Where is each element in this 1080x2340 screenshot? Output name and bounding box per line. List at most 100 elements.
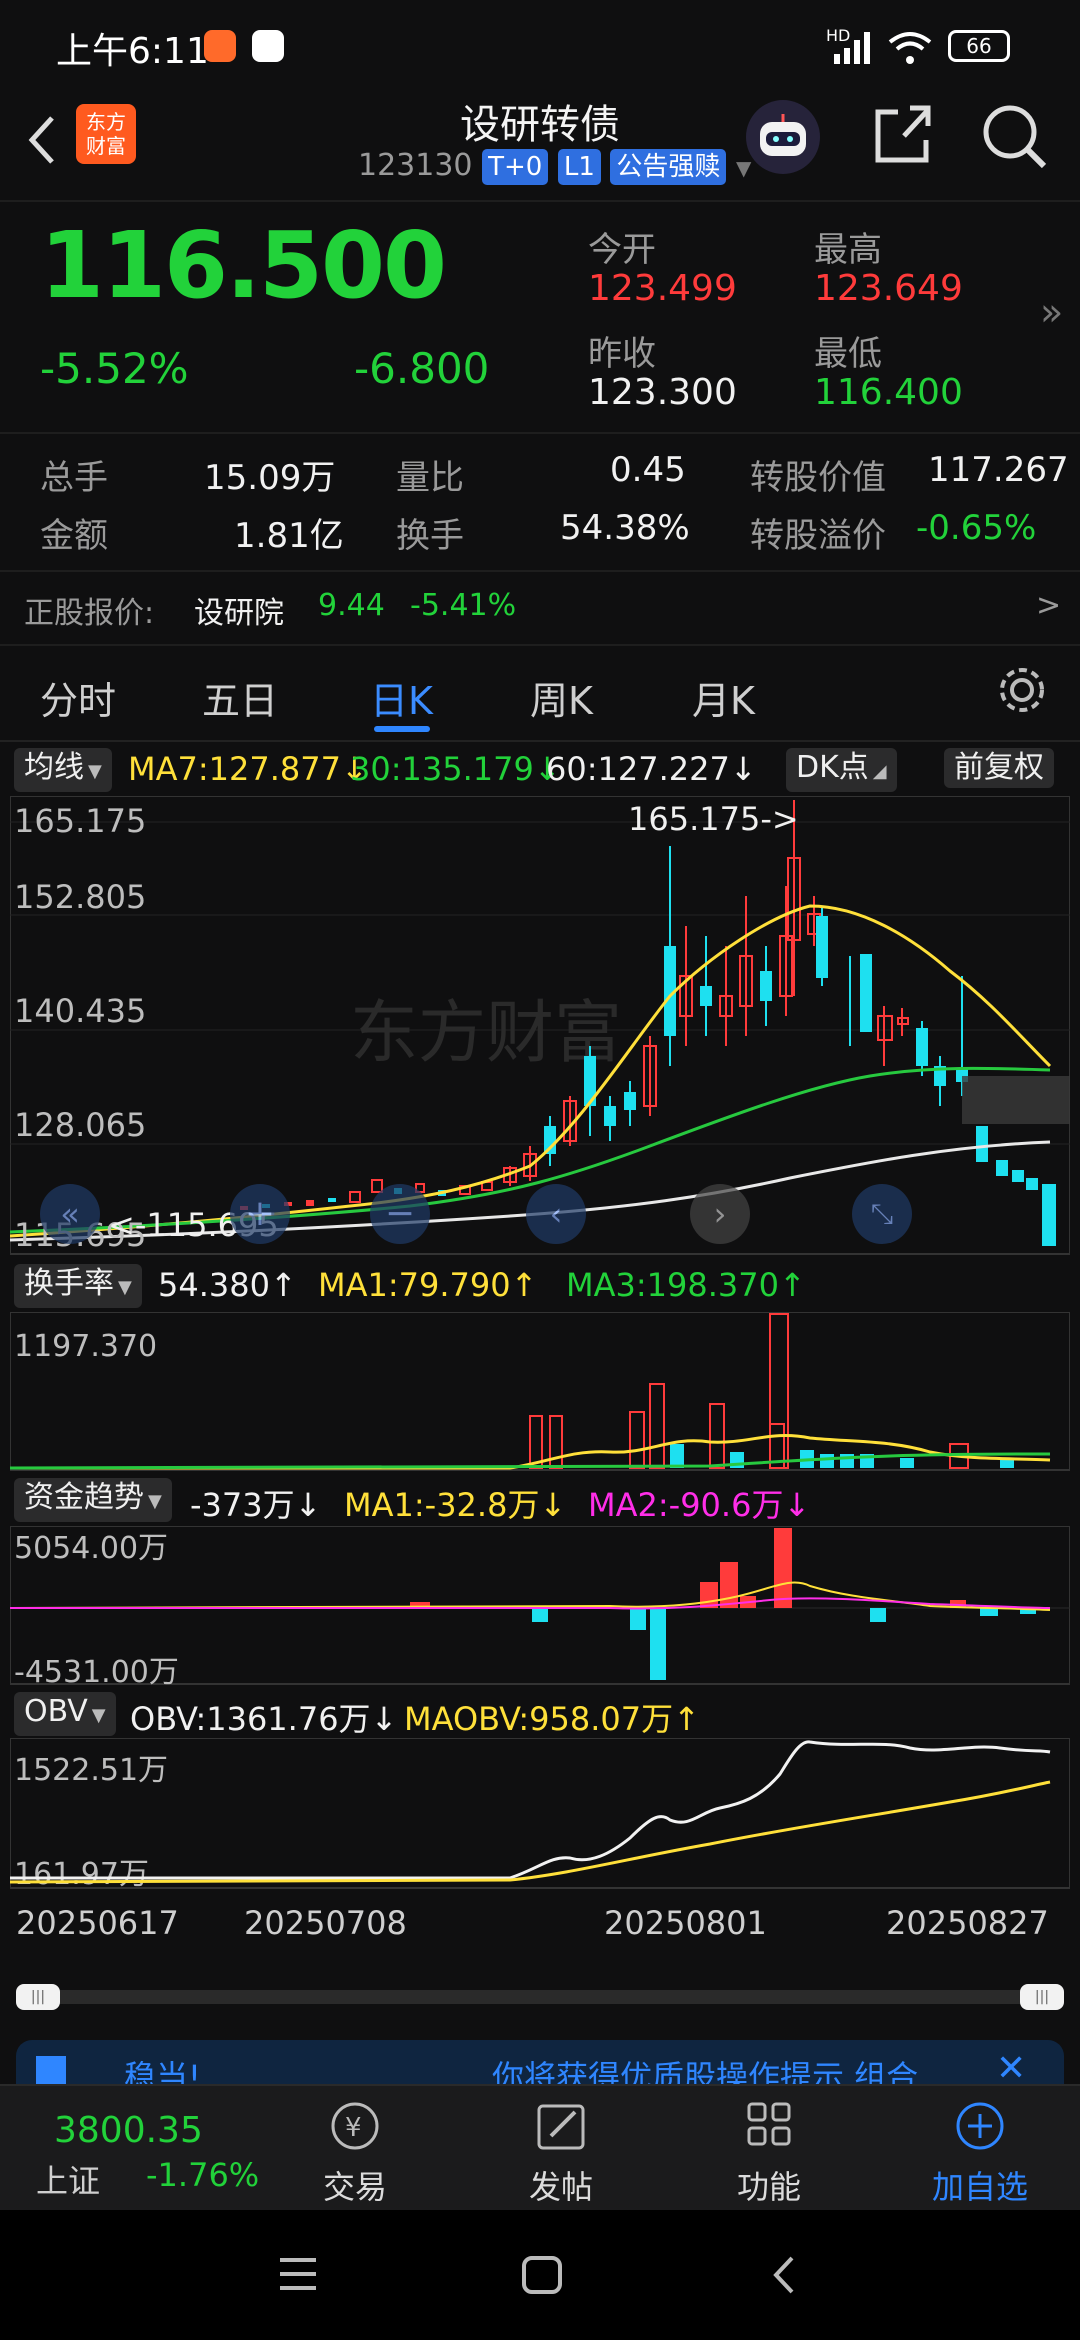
tab-monthly-k[interactable]: 月K [692,670,755,725]
fullscreen-button[interactable]: ⤡ [852,1184,912,1244]
divider [0,432,1080,434]
range-slider-left-handle[interactable]: ||| [16,1984,60,2010]
tab-intraday[interactable]: 分时 [40,670,116,725]
tab-daily-k[interactable]: 日K [370,670,433,725]
search-icon[interactable] [980,102,1050,176]
adjust-button[interactable]: 前复权 [944,748,1054,788]
fund-top-tick: 5054.00万 [14,1531,168,1566]
fund-ma1: MA1:-32.8万↓ [344,1486,567,1524]
index-ticker[interactable]: 3800.35 上证 -1.76% [0,2086,280,2212]
ma-selector[interactable]: 均线 ▼ [14,748,112,792]
premium-value: -0.65% [916,508,1037,548]
zoom-in-button[interactable]: + [230,1184,290,1244]
notification-baidu-icon [252,30,284,62]
range-slider-right-handle[interactable]: ||| [1020,1984,1064,2010]
scroll-left-button[interactable]: « [40,1184,100,1244]
fund-ma1-text: MA1:-32.8万 [344,1486,540,1524]
tag-t0: T+0 [482,149,549,185]
obv-selector-label: OBV [24,1694,88,1729]
divider [0,644,1080,646]
open-value: 123.499 [588,268,737,309]
index-name: 上证 [36,2162,101,2200]
obv-chart[interactable]: 1522.51万 161.97万 [10,1738,1070,1890]
turnover-ma3: MA3:198.370↑ [566,1266,806,1304]
fund-current-text: -373万 [190,1486,295,1524]
date-3: 20250801 [604,1904,767,1942]
fund-trend-selector[interactable]: 资金趋势 ▼ [14,1478,172,1522]
range-slider-track[interactable] [20,1990,1060,2004]
expand-right-icon[interactable]: » [1040,290,1063,334]
turnover-value: 54.38% [560,508,690,548]
divider [0,200,1080,202]
volume-label: 总手 [40,458,108,498]
ma30-value: 30:135.179↓ [350,750,561,788]
price-tick-2: 152.805 [14,878,146,916]
security-meta[interactable]: 123130 T+0 L1 公告强赎 ▼ [358,148,751,188]
tab-five-day[interactable]: 五日 [202,670,278,725]
dk-label: DK点 [796,750,869,785]
turnover-chart[interactable]: 1197.370 [10,1312,1070,1472]
security-code: 123130 [358,148,473,183]
edit-icon [537,2104,585,2150]
prev-button[interactable]: ‹ [526,1184,586,1244]
battery-icon: 66 [948,30,1010,62]
obv-current: OBV:1361.76万↓ [130,1700,398,1738]
ma30-text: 30:135.179 [350,750,534,788]
max-marker: 165.175-> [628,800,799,838]
add-circle-icon [956,2102,1004,2150]
system-back-icon[interactable] [768,2254,798,2300]
function-button[interactable]: 功能 [714,2098,824,2208]
wifi-icon [888,30,932,70]
robot-assistant-icon[interactable] [746,100,820,174]
price-tick-1: 165.175 [14,802,146,840]
tag-redeem: 公告强赎 [610,149,727,185]
tab-active-indicator [374,726,430,732]
bottom-nav: 3800.35 上证 -1.76% ¥ 交易 发帖 功能 加自选 [0,2084,1080,2210]
zoom-out-button[interactable]: − [370,1184,430,1244]
underlying-arrow: > [1036,588,1062,623]
underlying-row[interactable]: 正股报价: 设研院 9.44 -5.41% > [0,572,1080,644]
settings-gear-icon[interactable] [996,664,1048,720]
maobv-current: MAOBV:958.07万↑ [404,1700,700,1738]
fund-ma2-text: MA2:-90.6万 [588,1486,784,1524]
price-change: -6.800 [354,344,490,393]
add-watchlist-button[interactable]: 加自选 [920,2098,1040,2208]
promo-banner[interactable]: 稳当! 你将获得优质股操作提示 组合 ✕ [16,2040,1064,2084]
obv-current-text: OBV:1361.76万 [130,1700,371,1738]
banner-close-icon[interactable]: ✕ [996,2048,1026,2084]
share-icon[interactable] [870,100,936,174]
post-label: 发帖 [528,2168,593,2206]
low-value: 116.400 [814,372,963,413]
trade-button[interactable]: ¥ 交易 [300,2098,410,2208]
turnover-ma1: MA1:79.790↑ [318,1266,538,1304]
amount-value: 1.81亿 [234,516,344,556]
trade-icon: ¥ [331,2102,379,2150]
vol-ratio-value: 0.45 [610,450,686,490]
home-icon[interactable] [520,2254,564,2300]
fund-bottom-tick: -4531.00万 [14,1655,179,1686]
ma7-text: MA7:127.877 [128,750,341,788]
date-axis: 20250617 20250708 20250801 20250827 [0,1890,1080,1946]
turnover-current-text: 54.380 [158,1266,270,1304]
post-button[interactable]: 发帖 [506,2098,616,2208]
turnover-selector[interactable]: 换手率 ▼ [14,1264,142,1308]
kline-chart[interactable]: 东方财富 165.175 152.805 140.435 128.065 165… [10,796,1070,1256]
header: 东方 财富 设研转债 123130 T+0 L1 公告强赎 ▼ [0,90,1080,200]
price-change-pct: -5.52% [40,344,189,393]
fund-selector-label: 资金趋势 [24,1480,144,1515]
divider [0,740,1080,742]
turnover-ma3-text: MA3:198.370 [566,1266,779,1304]
fund-chart[interactable]: 5054.00万 -4531.00万 [10,1526,1070,1686]
tab-weekly-k[interactable]: 周K [530,670,593,725]
date-1: 20250617 [16,1904,179,1942]
obv-selector[interactable]: OBV ▼ [14,1692,116,1736]
conv-value-value: 117.267 [928,450,1069,490]
menu-icon[interactable] [276,2254,320,2298]
turnover-top-tick: 1197.370 [14,1329,157,1364]
status-time: 上午6:11 [56,31,209,72]
next-button[interactable]: › [690,1184,750,1244]
index-change: -1.76% [146,2156,260,2194]
dk-point-button[interactable]: DK点 ◢ [786,748,897,792]
maobv-current-text: MAOBV:958.07万 [404,1700,674,1738]
price-tick-4: 128.065 [14,1106,146,1144]
